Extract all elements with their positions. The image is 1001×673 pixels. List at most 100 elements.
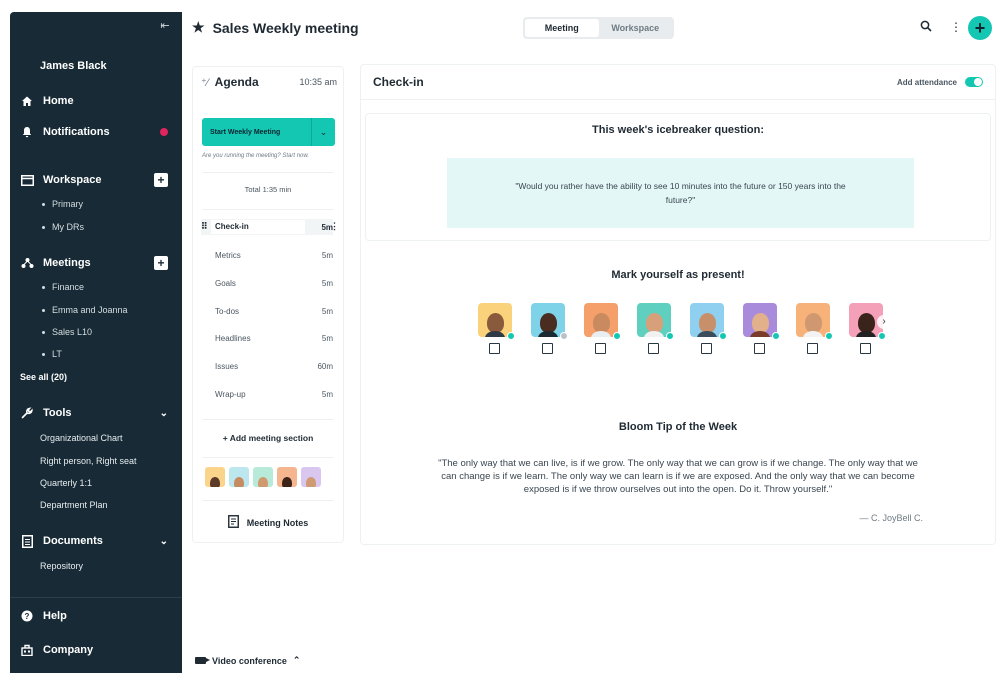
agenda-section-checkin[interactable]: ⠿ Check-in 5m ⋮ bbox=[201, 219, 339, 235]
nav-home[interactable]: Home bbox=[20, 92, 168, 110]
tool-department-plan[interactable]: Department Plan bbox=[40, 498, 108, 512]
svg-text:?: ? bbox=[25, 612, 30, 621]
video-conference-button[interactable]: Video conference ⌃ bbox=[195, 655, 300, 666]
agenda-title: Agenda bbox=[214, 75, 259, 89]
avatar bbox=[584, 303, 618, 337]
agenda-section-wrapup[interactable]: Wrap-up 5m bbox=[201, 386, 333, 402]
attendee bbox=[743, 303, 796, 354]
add-button[interactable]: + bbox=[968, 16, 992, 40]
page-title: ★ Sales Weekly meeting bbox=[192, 19, 359, 36]
chevron-right-icon[interactable]: › bbox=[877, 315, 891, 329]
present-checkbox[interactable] bbox=[701, 343, 712, 354]
meeting-item-finance[interactable]: Finance bbox=[42, 280, 84, 294]
divider bbox=[361, 99, 995, 100]
meeting-item-emma-joanna[interactable]: Emma and Joanna bbox=[42, 303, 128, 317]
agenda-header: ⁺⁄ Agenda 10:35 am bbox=[201, 75, 337, 89]
divider bbox=[202, 209, 334, 210]
attendee bbox=[690, 303, 743, 354]
avatar bbox=[478, 303, 512, 337]
avatar[interactable] bbox=[205, 467, 225, 487]
avatar[interactable] bbox=[277, 467, 297, 487]
drag-handle-icon[interactable]: ⠿ bbox=[201, 221, 208, 232]
chevron-up-icon[interactable]: ⌃ bbox=[293, 655, 301, 666]
present-checkbox[interactable] bbox=[860, 343, 871, 354]
agenda-section-metrics[interactable]: Metrics 5m bbox=[201, 247, 333, 263]
nav-home-label: Home bbox=[43, 95, 74, 107]
tool-org-chart[interactable]: Organizational Chart bbox=[40, 431, 123, 445]
see-all-meetings-link[interactable]: See all (20) bbox=[20, 372, 67, 382]
presence-indicator bbox=[613, 332, 621, 340]
chevron-down-icon[interactable]: ⌄ bbox=[311, 118, 335, 146]
star-icon[interactable]: ★ bbox=[192, 19, 205, 36]
document-icon bbox=[20, 534, 34, 548]
agenda-section-goals[interactable]: Goals 5m bbox=[201, 275, 333, 291]
avatar[interactable] bbox=[229, 467, 249, 487]
presence-indicator bbox=[878, 332, 886, 340]
more-options-icon[interactable]: ⋮ bbox=[950, 20, 962, 34]
tool-quarterly[interactable]: Quarterly 1:1 bbox=[40, 476, 92, 490]
avatar bbox=[743, 303, 777, 337]
tab-workspace[interactable]: Workspace bbox=[599, 19, 673, 37]
avatar bbox=[690, 303, 724, 337]
attendee bbox=[531, 303, 584, 354]
avatar[interactable] bbox=[301, 467, 321, 487]
document-repository[interactable]: Repository bbox=[40, 559, 83, 573]
chevron-down-icon[interactable]: ⌄ bbox=[160, 408, 168, 419]
nav-workspace[interactable]: Workspace + bbox=[20, 171, 168, 189]
add-attendance-label: Add attendance bbox=[896, 77, 957, 87]
divider bbox=[202, 419, 334, 420]
icebreaker-title: This week's icebreaker question: bbox=[592, 124, 764, 136]
tool-right-person[interactable]: Right person, Right seat bbox=[40, 454, 137, 468]
meeting-item-sales-l10[interactable]: Sales L10 bbox=[42, 325, 92, 339]
nav-help[interactable]: ? Help bbox=[20, 607, 168, 625]
tip-text: "The only way that we can live, is if we… bbox=[438, 458, 918, 495]
user-name[interactable]: James Black bbox=[40, 60, 107, 72]
present-checkbox[interactable] bbox=[595, 343, 606, 354]
nav-documents-label: Documents bbox=[43, 535, 103, 547]
add-meeting-button[interactable]: + bbox=[154, 256, 168, 270]
add-workspace-button[interactable]: + bbox=[154, 173, 168, 187]
nav-meetings[interactable]: Meetings + bbox=[20, 254, 168, 272]
agenda-icon: ⁺⁄ bbox=[201, 76, 209, 89]
avatar bbox=[796, 303, 830, 337]
agenda-section-issues[interactable]: Issues 60m bbox=[201, 358, 333, 374]
present-checkbox[interactable] bbox=[807, 343, 818, 354]
start-meeting-button[interactable]: Start Weekly Meeting ⌄ bbox=[202, 118, 335, 146]
nav-tools[interactable]: Tools ⌄ bbox=[20, 404, 168, 422]
present-checkbox[interactable] bbox=[542, 343, 553, 354]
video-conference-label: Video conference bbox=[212, 655, 287, 666]
tip-title: Bloom Tip of the Week bbox=[618, 421, 738, 433]
sidebar: ⇤ James Black Home Notifications Workspa… bbox=[10, 12, 182, 673]
avatar[interactable] bbox=[253, 467, 273, 487]
meeting-item-lt[interactable]: LT bbox=[42, 347, 62, 361]
chevron-down-icon[interactable]: ⌄ bbox=[160, 536, 168, 547]
agenda-section-todos[interactable]: To-dos 5m bbox=[201, 303, 333, 319]
add-meeting-section-button[interactable]: + Add meeting section bbox=[193, 433, 343, 443]
nav-workspace-label: Workspace bbox=[43, 174, 102, 186]
nav-company[interactable]: Company bbox=[20, 641, 168, 659]
attendance-list bbox=[478, 303, 902, 354]
search-icon[interactable] bbox=[920, 20, 932, 35]
workspace-item-my-drs[interactable]: My DRs bbox=[42, 220, 84, 234]
present-checkbox[interactable] bbox=[754, 343, 765, 354]
nav-notifications[interactable]: Notifications bbox=[20, 123, 168, 141]
help-icon: ? bbox=[20, 609, 34, 623]
section-menu-icon[interactable]: ⋮ bbox=[330, 221, 339, 232]
nav-meetings-label: Meetings bbox=[43, 257, 91, 269]
meetings-icon bbox=[20, 256, 34, 270]
agenda-total: Total 1:35 min bbox=[244, 185, 292, 194]
start-meeting-label: Start Weekly Meeting bbox=[210, 128, 281, 136]
presence-indicator bbox=[772, 332, 780, 340]
agenda-section-headlines[interactable]: Headlines 5m bbox=[201, 330, 333, 346]
attendee bbox=[637, 303, 690, 354]
presence-indicator bbox=[507, 332, 515, 340]
presence-indicator bbox=[825, 332, 833, 340]
present-checkbox[interactable] bbox=[489, 343, 500, 354]
attendance-toggle[interactable] bbox=[965, 77, 983, 87]
meeting-notes-button[interactable]: Meeting Notes bbox=[193, 515, 343, 531]
collapse-sidebar-icon[interactable]: ⇤ bbox=[158, 20, 172, 32]
nav-documents[interactable]: Documents ⌄ bbox=[20, 532, 168, 550]
workspace-item-primary[interactable]: Primary bbox=[42, 197, 83, 211]
tab-meeting[interactable]: Meeting bbox=[525, 19, 599, 37]
present-checkbox[interactable] bbox=[648, 343, 659, 354]
